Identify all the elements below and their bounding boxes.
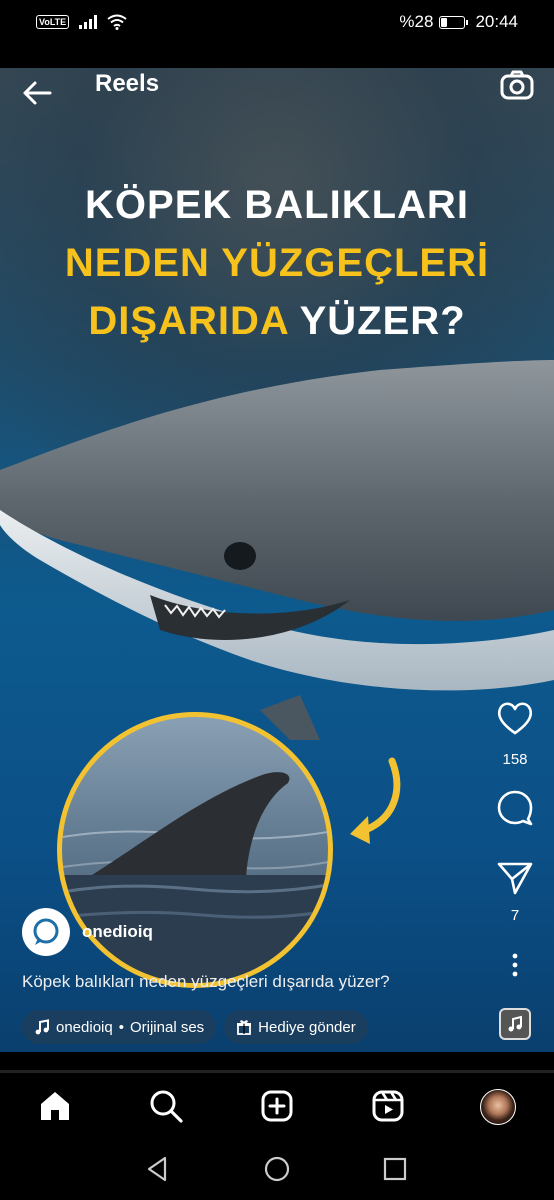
arrow-left-icon[interactable]	[20, 78, 54, 108]
back-triangle-icon[interactable]	[143, 1154, 173, 1184]
audio-thumbnail[interactable]	[499, 1008, 531, 1040]
divider	[0, 1052, 554, 1074]
bottom-navigation	[0, 1076, 554, 1138]
gift-label: Hediye gönder	[258, 1018, 356, 1036]
page-title: Reels	[95, 70, 160, 97]
author-name[interactable]: onedioiq	[82, 922, 153, 942]
shark-image	[0, 360, 554, 740]
battery-icon	[439, 15, 469, 29]
volte-indicator: VoLTE	[36, 15, 70, 29]
gift-icon	[237, 1020, 252, 1035]
audio-author: onedioiq	[56, 1018, 113, 1036]
status-bar: VoLTE %28 20:44	[0, 0, 554, 48]
more-options-icon[interactable]	[485, 952, 545, 978]
wifi-icon	[107, 14, 127, 30]
reels-icon[interactable]	[370, 1088, 406, 1124]
gift-button[interactable]: Hediye gönder	[224, 1010, 368, 1044]
profile-avatar[interactable]	[480, 1089, 516, 1125]
comment-icon[interactable]	[485, 790, 545, 826]
signal-icon	[79, 15, 98, 29]
search-icon[interactable]	[148, 1088, 184, 1124]
headline-line3-white: YÜZER?	[299, 299, 466, 343]
reels-header: Reels	[0, 68, 554, 124]
music-note-icon	[35, 1019, 49, 1035]
system-navigation	[0, 1138, 554, 1200]
send-icon[interactable]	[485, 860, 545, 896]
home-icon[interactable]	[37, 1088, 73, 1124]
video-headline: KÖPEK BALIKLARI NEDEN YÜZGEÇLERİ DIŞARID…	[0, 176, 554, 350]
clock: 20:44	[475, 12, 518, 31]
home-circle-icon[interactable]	[262, 1154, 292, 1184]
headline-line3-yellow: DIŞARIDA	[88, 299, 289, 343]
camera-icon[interactable]	[500, 70, 534, 100]
headline-line2: NEDEN YÜZGEÇLERİ	[64, 241, 490, 285]
recents-square-icon[interactable]	[380, 1154, 410, 1184]
post-caption[interactable]: Köpek balıkları neden yüzgeçleri dışarıd…	[22, 972, 390, 992]
like-count: 158	[502, 751, 528, 768]
share-count: 7	[510, 907, 520, 924]
create-icon[interactable]	[259, 1088, 295, 1124]
headline-line1: KÖPEK BALIKLARI	[85, 183, 469, 227]
battery-percent: %28	[399, 12, 434, 31]
audio-title: Orijinal ses	[129, 1018, 205, 1036]
author-avatar[interactable]	[22, 908, 70, 956]
heart-icon[interactable]	[485, 700, 545, 736]
author-row[interactable]: onedioiq	[22, 908, 153, 956]
arrow-icon	[350, 757, 401, 844]
reel-video[interactable]: KÖPEK BALIKLARI NEDEN YÜZGEÇLERİ DIŞARID…	[0, 68, 554, 1052]
audio-separator: •	[118, 1018, 124, 1036]
audio-chip[interactable]: onedioiq • Orijinal ses	[22, 1010, 217, 1044]
